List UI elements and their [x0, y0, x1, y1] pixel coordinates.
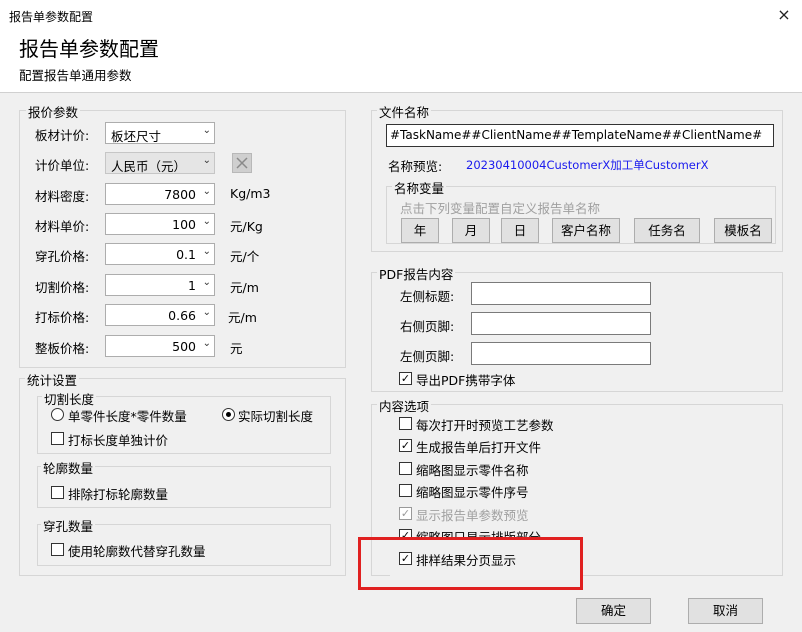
mark-separate-label: 打标长度单独计价: [68, 433, 169, 448]
left-footer-input[interactable]: [471, 342, 651, 365]
pierce-price-value: 0.1: [176, 247, 196, 262]
header-separator: [0, 92, 802, 93]
ok-button[interactable]: 确定: [576, 598, 651, 624]
material-price-select[interactable]: 100 ⌄: [105, 213, 215, 235]
embed-font-checkbox[interactable]: ✓: [399, 372, 412, 385]
name-preview-label: 名称预览:: [388, 159, 443, 174]
dialog-title: 报告单参数配置: [19, 37, 159, 61]
pricing-unit-value: 人民币（元）: [111, 159, 187, 174]
var-task-name-button[interactable]: 任务名: [634, 218, 700, 243]
pierce-price-label: 穿孔价格:: [35, 249, 90, 264]
content-options-title: 内容选项: [377, 396, 432, 415]
chevron-down-icon: ⌄: [202, 277, 211, 288]
mark-price-label: 打标价格:: [35, 310, 90, 325]
use-contour-count-label: 使用轮廓数代替穿孔数量: [68, 544, 206, 559]
dialog-subtitle: 配置报告单通用参数: [19, 68, 132, 83]
density-value: 7800: [164, 187, 196, 202]
cut-price-label: 切割价格:: [35, 280, 90, 295]
material-price-value: 100: [172, 217, 196, 232]
cross-icon: [236, 157, 248, 169]
pierce-title: 穿孔数量: [41, 516, 96, 535]
quote-group: [19, 110, 346, 368]
cut-price-value: 1: [188, 278, 196, 293]
var-day-button[interactable]: 日: [501, 218, 539, 243]
option-show-params-preview-checkbox[interactable]: ✓: [399, 507, 412, 520]
pierce-price-select[interactable]: 0.1 ⌄: [105, 243, 215, 265]
radio-actual-cut-length[interactable]: [222, 408, 235, 421]
board-pricing-label: 板材计价:: [35, 128, 90, 143]
material-price-unit: 元/Kg: [230, 219, 263, 234]
var-month-button[interactable]: 月: [452, 218, 490, 243]
radio-single-part-length[interactable]: [51, 408, 64, 421]
mark-separate-checkbox[interactable]: [51, 432, 64, 445]
radio-single-part-length-label: 单零件长度*零件数量: [68, 409, 187, 424]
density-unit: Kg/m3: [230, 186, 271, 201]
use-contour-count-checkbox[interactable]: [51, 543, 64, 556]
file-name-title: 文件名称: [377, 102, 432, 121]
var-year-button[interactable]: 年: [401, 218, 439, 243]
name-vars-hint: 点击下列变量配置自定义报告单名称: [400, 201, 601, 216]
pierce-price-unit: 元/个: [230, 249, 260, 264]
option-thumb-part-name-label: 缩略图显示零件名称: [416, 463, 529, 478]
left-title-input[interactable]: [471, 282, 651, 305]
name-preview-value: 20230410004CustomerX加工单CustomerX: [466, 158, 709, 172]
chevron-down-icon: ⌄: [202, 307, 211, 318]
close-icon[interactable]: ×: [772, 4, 796, 26]
embed-font-label: 导出PDF携带字体: [416, 373, 516, 388]
board-pricing-value: 板坯尺寸: [111, 129, 162, 144]
window-title: 报告单参数配置: [9, 10, 94, 24]
material-price-label: 材料单价:: [35, 219, 90, 234]
density-label: 材料密度:: [35, 189, 90, 204]
chevron-down-icon: ⌄: [202, 246, 211, 257]
density-select[interactable]: 7800 ⌄: [105, 183, 215, 205]
left-footer-label: 左侧页脚:: [400, 349, 455, 364]
pricing-unit-label: 计价单位:: [35, 158, 90, 173]
exclude-mark-contour-label: 排除打标轮廓数量: [68, 487, 169, 502]
cut-price-select[interactable]: 1 ⌄: [105, 274, 215, 296]
chevron-down-icon: ⌄: [202, 155, 211, 166]
option-open-file-label: 生成报告单后打开文件: [416, 440, 542, 455]
right-footer-input[interactable]: [471, 312, 651, 335]
chevron-down-icon: ⌄: [202, 216, 211, 227]
mark-price-value: 0.66: [168, 308, 196, 323]
option-open-file-checkbox[interactable]: ✓: [399, 439, 412, 452]
board-pricing-select[interactable]: 板坯尺寸 ⌄: [105, 122, 215, 144]
stats-group-title: 统计设置: [25, 370, 80, 389]
highlight-box: [358, 537, 583, 590]
pricing-unit-select[interactable]: 人民币（元） ⌄: [105, 152, 215, 174]
var-client-name-button[interactable]: 客户名称: [552, 218, 620, 243]
cut-price-unit: 元/m: [230, 280, 259, 295]
sheet-price-value: 500: [172, 339, 196, 354]
quote-group-title: 报价参数: [26, 102, 81, 121]
pdf-group-title: PDF报告内容: [377, 264, 456, 283]
chevron-down-icon: ⌄: [202, 125, 211, 136]
contour-title: 轮廓数量: [41, 458, 96, 477]
option-show-params-preview-label: 显示报告单参数预览: [416, 508, 529, 523]
radio-actual-cut-length-label: 实际切割长度: [238, 409, 314, 424]
option-preview-params-checkbox[interactable]: [399, 417, 412, 430]
option-preview-params-label: 每次打开时预览工艺参数: [416, 418, 554, 433]
name-vars-title: 名称变量: [392, 178, 447, 197]
mark-price-select[interactable]: 0.66 ⌄: [105, 304, 215, 326]
option-thumb-part-name-checkbox[interactable]: [399, 462, 412, 475]
left-title-label: 左侧标题:: [400, 289, 455, 304]
cancel-button[interactable]: 取消: [688, 598, 763, 624]
var-template-name-button[interactable]: 模板名: [714, 218, 772, 243]
mark-price-unit: 元/m: [228, 310, 257, 325]
chevron-down-icon: ⌄: [202, 338, 211, 349]
sheet-price-unit: 元: [230, 341, 243, 356]
sheet-price-label: 整板价格:: [35, 341, 90, 356]
exclude-mark-contour-checkbox[interactable]: [51, 486, 64, 499]
chevron-down-icon: ⌄: [202, 186, 211, 197]
right-footer-label: 右侧页脚:: [400, 319, 455, 334]
sheet-price-select[interactable]: 500 ⌄: [105, 335, 215, 357]
option-thumb-part-index-checkbox[interactable]: [399, 484, 412, 497]
title-bar: [0, 0, 802, 30]
file-name-input[interactable]: #TaskName##ClientName##TemplateName##Cli…: [386, 124, 774, 147]
unit-settings-button[interactable]: [232, 153, 252, 173]
file-name-value: #TaskName##ClientName##TemplateName##Cli…: [390, 128, 763, 142]
option-thumb-part-index-label: 缩略图显示零件序号: [416, 485, 529, 500]
